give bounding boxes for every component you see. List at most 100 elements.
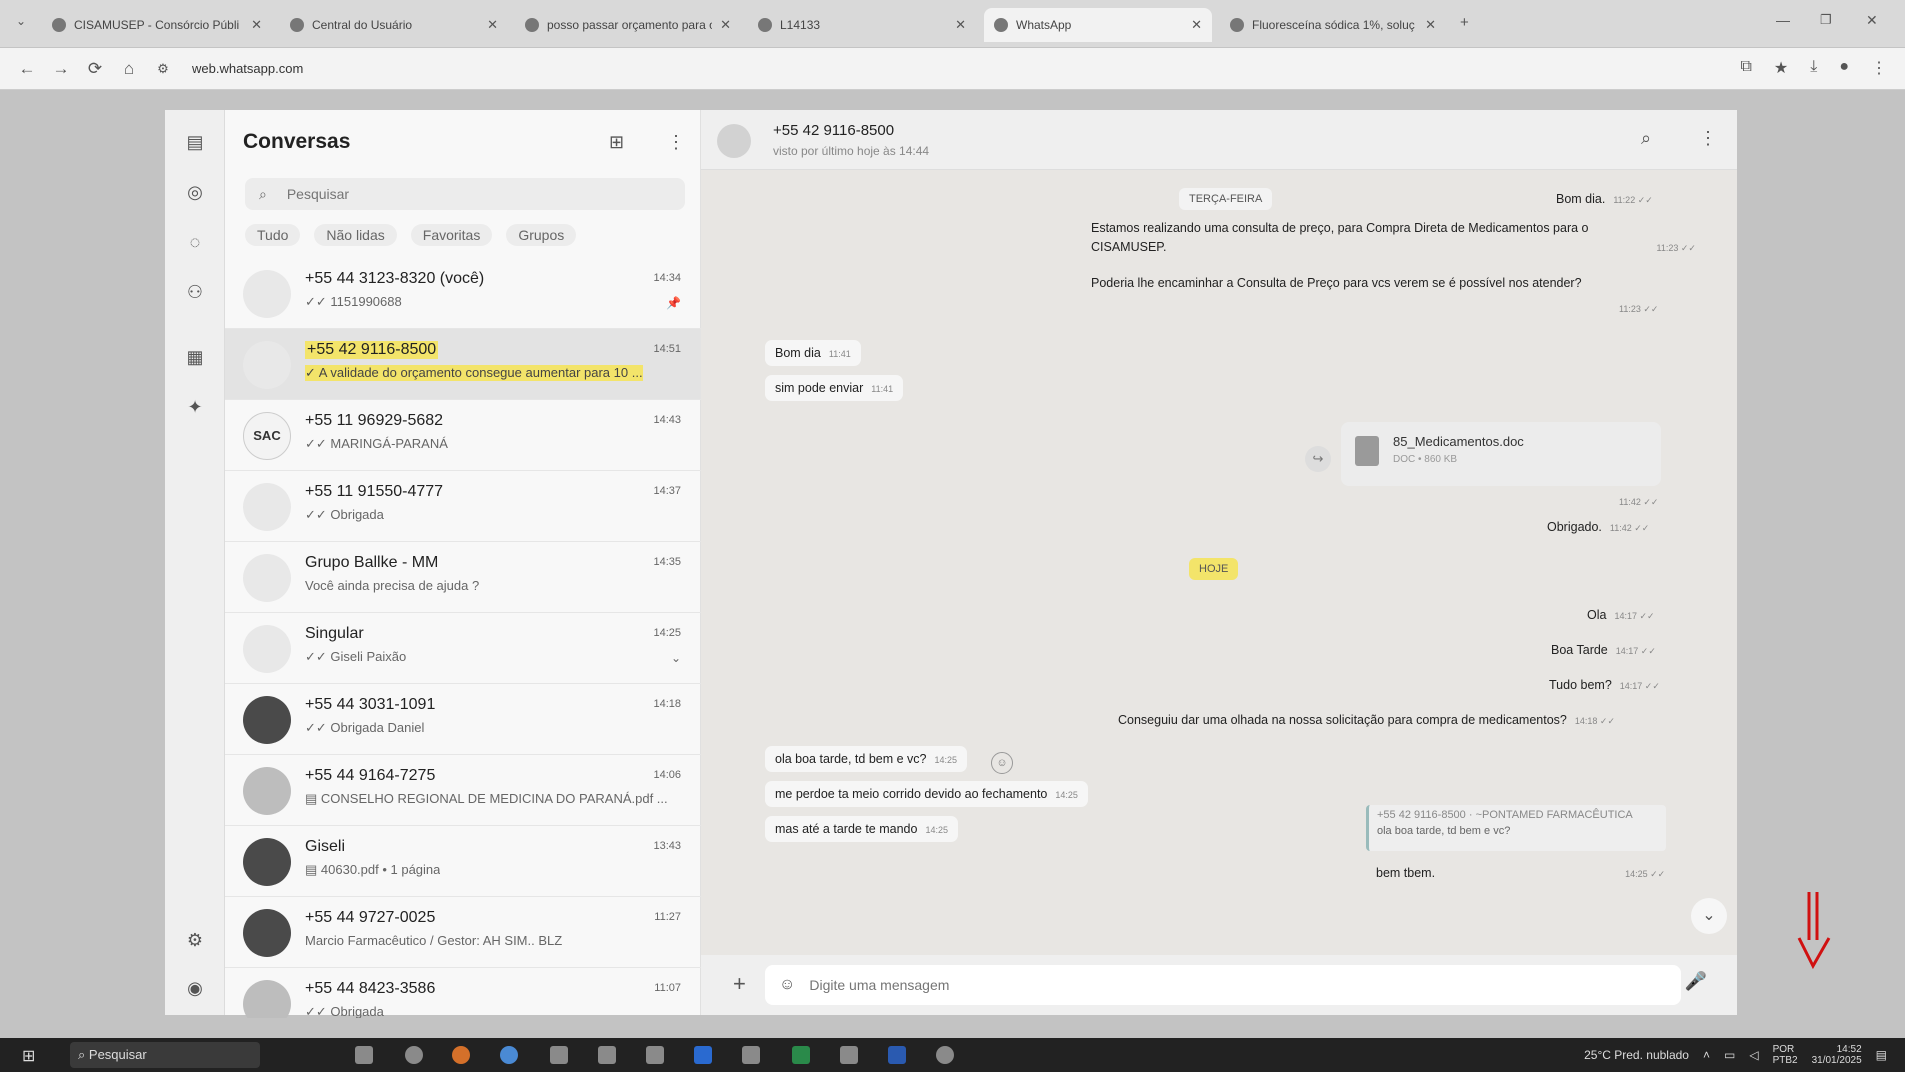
app-icon[interactable] bbox=[646, 1046, 664, 1064]
conversation-header[interactable]: +55 42 9116-8500 visto por último hoje à… bbox=[701, 110, 1737, 170]
message-box[interactable]: ☺ bbox=[765, 965, 1681, 1005]
chats-icon[interactable]: ▤ bbox=[183, 130, 207, 154]
network-icon[interactable]: ▭ bbox=[1724, 1048, 1735, 1062]
app-icon[interactable] bbox=[550, 1046, 568, 1064]
attach-plus-icon[interactable]: + bbox=[733, 971, 746, 997]
search-icon[interactable]: ⌕ bbox=[1641, 128, 1651, 149]
chat-row[interactable]: +55 44 8423-3586 11:07 ✓✓ Obrigada bbox=[225, 968, 701, 1018]
tab-list-icon[interactable]: ⌄ bbox=[16, 14, 26, 28]
filter-favorites[interactable]: Favoritas bbox=[410, 224, 493, 246]
forward-icon[interactable]: → bbox=[44, 59, 78, 79]
microphone-icon[interactable]: 🎤 bbox=[1685, 971, 1707, 992]
bookmark-star-icon[interactable]: ★ bbox=[1774, 58, 1788, 78]
language-indicator[interactable]: POR PTB2 bbox=[1773, 1044, 1798, 1066]
tab-fluoresceina[interactable]: Fluoresceína sódica 1%, soluç ✕ bbox=[1220, 8, 1446, 42]
filter-all[interactable]: Tudo bbox=[245, 224, 301, 246]
reload-icon[interactable]: ⟳ bbox=[78, 59, 112, 79]
firefox-icon[interactable] bbox=[452, 1046, 470, 1064]
search-box[interactable]: ⌕ bbox=[245, 178, 685, 210]
home-icon[interactable]: ⌂ bbox=[112, 59, 146, 79]
calendar-icon[interactable] bbox=[598, 1046, 616, 1064]
file-attachment[interactable]: 85_Medicamentos.doc DOC • 860 KB bbox=[1341, 422, 1661, 486]
clock[interactable]: 14:52 31/01/2025 bbox=[1812, 1044, 1862, 1066]
red-arrow-annotation bbox=[1797, 892, 1831, 970]
chat-row[interactable]: SAC +55 11 96929-5682 14:43 ✓✓ MARINGÁ-PARA… bbox=[225, 400, 701, 471]
emoji-icon[interactable]: ☺ bbox=[779, 976, 795, 994]
back-icon[interactable]: ← bbox=[10, 59, 44, 79]
file-explorer-icon[interactable] bbox=[742, 1046, 760, 1064]
window-close-icon[interactable]: ✕ bbox=[1866, 12, 1878, 29]
site-icon bbox=[758, 18, 772, 32]
catalog-icon[interactable]: ▦ bbox=[183, 345, 207, 369]
chat-row-selected[interactable]: +55 42 9116-8500 14:51 ✓ A validade do orç… bbox=[225, 329, 701, 400]
chat-row[interactable]: Singular 14:25 ✓✓ Giseli Paixão ⌄ bbox=[225, 613, 701, 684]
quoted-reply[interactable]: +55 42 9116-8500 · ~PONTAMED FARMACÊUTIC… bbox=[1366, 805, 1666, 851]
edge-icon[interactable] bbox=[405, 1046, 423, 1064]
forward-icon[interactable]: ↪ bbox=[1305, 446, 1331, 472]
outlook-icon[interactable] bbox=[694, 1046, 712, 1064]
chat-row[interactable]: +55 44 9727-0025 11:27 Marcio Farmacêutico… bbox=[225, 897, 701, 968]
channels-icon[interactable]: ◌ bbox=[183, 230, 207, 254]
broadcast-icon[interactable]: ✦ bbox=[183, 395, 207, 419]
acrobat-icon[interactable] bbox=[840, 1046, 858, 1064]
search-input[interactable] bbox=[286, 186, 647, 202]
filter-unread[interactable]: Não lidas bbox=[314, 224, 397, 246]
task-view-icon[interactable] bbox=[355, 1046, 373, 1064]
tab-central-usuario[interactable]: Central do Usuário ✕ bbox=[280, 8, 508, 42]
settings-icon[interactable]: ⚙ bbox=[183, 928, 207, 952]
chat-row[interactable]: Grupo Ballke - MM 14:35 Você ainda precisa… bbox=[225, 542, 701, 613]
volume-icon[interactable]: ◁ bbox=[1749, 1048, 1758, 1062]
url-field[interactable]: web.whatsapp.com bbox=[192, 61, 303, 76]
chat-row[interactable]: +55 44 3123-8320 (você) 14:34 ✓✓ 115199068… bbox=[225, 258, 701, 329]
scroll-down-button[interactable]: ⌄ bbox=[1691, 898, 1727, 934]
install-icon[interactable]: ⧉ bbox=[1740, 58, 1751, 78]
tab-l14133[interactable]: L14133 ✕ bbox=[748, 8, 976, 42]
download-icon[interactable]: ⤓ bbox=[1810, 58, 1817, 78]
chevron-down-icon[interactable]: ⌄ bbox=[671, 651, 681, 665]
new-chat-icon[interactable]: ⊞ bbox=[609, 132, 624, 153]
chat-name: +55 11 91550-4777 bbox=[305, 483, 444, 500]
tab-google-search[interactable]: posso passar orçamento para o ✕ bbox=[515, 8, 741, 42]
avatar[interactable] bbox=[717, 124, 751, 158]
close-icon[interactable]: ✕ bbox=[720, 17, 731, 33]
communities-icon[interactable]: ⚇ bbox=[183, 280, 207, 304]
excel-icon[interactable] bbox=[792, 1046, 810, 1064]
status-icon[interactable]: ◎ bbox=[183, 180, 207, 204]
chat-row[interactable]: +55 44 9164-7275 14:06 ▤ CONSELHO REGIONAL… bbox=[225, 755, 701, 826]
new-tab-button[interactable]: + bbox=[1460, 14, 1469, 31]
restore-icon[interactable]: ❐ bbox=[1820, 12, 1832, 28]
panel-title: Conversas bbox=[243, 130, 351, 153]
message-input[interactable] bbox=[809, 977, 1610, 993]
profile-icon[interactable]: ● bbox=[1839, 58, 1849, 78]
avatar bbox=[243, 270, 291, 318]
profile-avatar-icon[interactable]: ◉ bbox=[183, 976, 207, 1000]
chat-row[interactable]: +55 44 3031-1091 14:18 ✓✓ Obrigada Daniel bbox=[225, 684, 701, 755]
notification-icon[interactable]: ▤ bbox=[1876, 1048, 1887, 1062]
close-icon[interactable]: ✕ bbox=[1425, 17, 1436, 33]
weather-text[interactable]: 25°C Pred. nublado bbox=[1584, 1048, 1689, 1062]
app-icon[interactable] bbox=[936, 1046, 954, 1064]
close-icon[interactable]: ✕ bbox=[955, 17, 966, 33]
taskbar-search[interactable]: ⌕ Pesquisar bbox=[70, 1042, 260, 1068]
word-icon[interactable] bbox=[888, 1046, 906, 1064]
minimize-icon[interactable]: — bbox=[1776, 12, 1790, 28]
chat-row[interactable]: Giseli 13:43 ▤ 40630.pdf • 1 página bbox=[225, 826, 701, 897]
chat-name: +55 44 3123-8320 (você) bbox=[305, 270, 485, 287]
whatsapp-icon bbox=[994, 18, 1008, 32]
close-icon[interactable]: ✕ bbox=[1191, 17, 1202, 33]
chrome-icon[interactable] bbox=[500, 1046, 518, 1064]
windows-start-icon[interactable]: ⊞ bbox=[22, 1046, 35, 1066]
tab-whatsapp[interactable]: WhatsApp ✕ bbox=[984, 8, 1212, 42]
browser-menu-icon[interactable]: ⋮ bbox=[1871, 58, 1887, 78]
tray-chevron-icon[interactable]: ˄ bbox=[1703, 1048, 1710, 1062]
menu-icon[interactable]: ⋮ bbox=[667, 132, 685, 153]
close-icon[interactable]: ✕ bbox=[487, 17, 498, 33]
chat-row[interactable]: +55 11 91550-4777 14:37 ✓✓ Obrigada bbox=[225, 471, 701, 542]
tab-cisamusep[interactable]: CISAMUSEP - Consórcio Públi ✕ bbox=[42, 8, 272, 42]
filter-groups[interactable]: Grupos bbox=[506, 224, 577, 246]
reaction-icon[interactable]: ☺ bbox=[991, 752, 1013, 774]
close-icon[interactable]: ✕ bbox=[251, 17, 262, 33]
menu-icon[interactable]: ⋮ bbox=[1699, 128, 1717, 149]
site-info-icon[interactable]: ⚙ bbox=[146, 61, 180, 77]
system-tray: 25°C Pred. nublado ˄ ▭ ◁ POR PTB2 14:52 3… bbox=[1584, 1044, 1887, 1066]
